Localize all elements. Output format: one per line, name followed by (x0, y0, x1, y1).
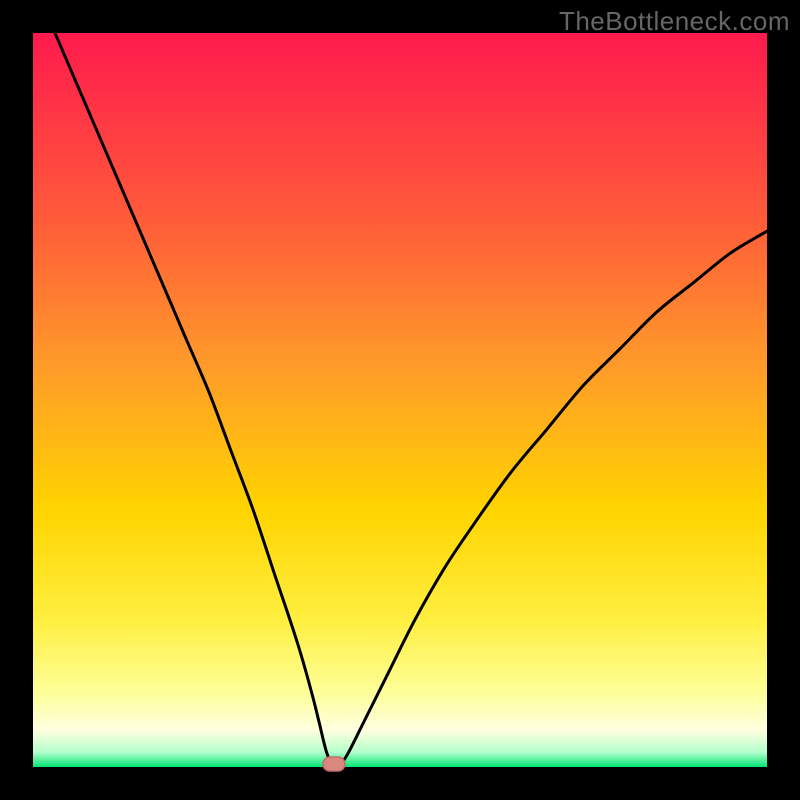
minimum-marker (323, 757, 345, 771)
gradient-background (33, 33, 767, 767)
watermark-text: TheBottleneck.com (559, 6, 790, 37)
chart-container: { "watermark": "TheBottleneck.com", "col… (0, 0, 800, 800)
chart-svg (0, 0, 800, 800)
